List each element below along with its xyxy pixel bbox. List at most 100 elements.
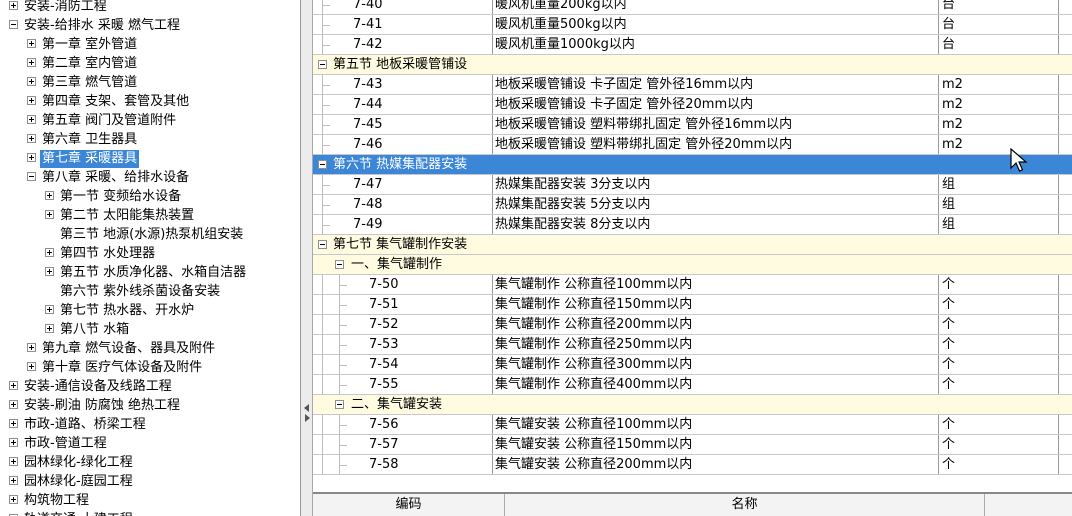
cell-code[interactable]: 7-40 (313, 0, 493, 14)
tree-item[interactable]: 第十章 医疗气体设备及附件 (27, 358, 204, 377)
grid-item-row[interactable]: 7-55 集气罐制作 公称直径400mm以内个 (313, 375, 1072, 395)
chapter-tree[interactable]: 安装-消防工程 安装-给排水 采暖 燃气工程 第一章 室外管道 第二章 室内管道 第三章… (0, 0, 301, 516)
cell-code[interactable]: 7-45 (313, 115, 493, 134)
cell-unit[interactable]: 个 (939, 275, 1059, 294)
grid-item-row[interactable]: 7-57 集气罐安装 公称直径150mm以内个 (313, 435, 1072, 455)
tree-item[interactable]: 市政-道路、桥梁工程 (9, 415, 148, 434)
cell-extra[interactable] (1059, 95, 1072, 114)
cell-extra[interactable] (1059, 115, 1072, 134)
grid-item-row[interactable]: 7-42 暖风机重量1000kg以内台 (313, 35, 1072, 55)
column-header-code[interactable]: 编码 (313, 494, 505, 516)
cell-unit[interactable]: 个 (939, 455, 1059, 474)
cell-extra[interactable] (1059, 415, 1072, 434)
collapse-minus-icon[interactable] (318, 240, 327, 249)
expand-plus-icon[interactable] (9, 1, 18, 10)
grid-section-row[interactable]: 第六节 热媒集配器安装 (313, 155, 1072, 175)
cell-code[interactable]: 7-48 (313, 195, 493, 214)
cell-unit[interactable]: m2 (939, 135, 1059, 154)
cell-name[interactable]: 地板采暖管铺设 卡子固定 管外径20mm以内 (493, 95, 939, 114)
tree-item[interactable]: 第九章 燃气设备、器具及附件 (27, 339, 217, 358)
expand-plus-icon[interactable] (45, 305, 54, 314)
cell-extra[interactable] (1059, 0, 1072, 14)
cell-name[interactable]: 集气罐制作 公称直径250mm以内 (493, 335, 939, 354)
collapse-minus-icon[interactable] (318, 160, 327, 169)
cell-name[interactable]: 集气罐制作 公称直径150mm以内 (493, 295, 939, 314)
cell-code[interactable]: 7-51 (313, 295, 493, 314)
tree-item[interactable]: 市政-管道工程 (9, 434, 109, 453)
tree-item[interactable]: 第三章 燃气管道 (27, 73, 139, 92)
cell-unit[interactable]: m2 (939, 115, 1059, 134)
tree-item[interactable]: 构筑物工程 (9, 491, 91, 510)
expand-plus-icon[interactable] (45, 210, 54, 219)
cell-extra[interactable] (1059, 215, 1072, 234)
tree-item[interactable]: 第七章 采暖器具 (27, 149, 140, 168)
cell-name[interactable]: 热媒集配器安装 5分支以内 (493, 195, 939, 214)
grid-item-row[interactable]: 7-58 集气罐安装 公称直径200mm以内个 (313, 455, 1072, 475)
cell-name[interactable]: 地板采暖管铺设 塑料带绑扎固定 管外径20mm以内 (493, 135, 939, 154)
cell-name[interactable]: 集气罐制作 公称直径300mm以内 (493, 355, 939, 374)
expand-plus-icon[interactable] (27, 39, 36, 48)
tree-item[interactable]: 轨道交通-土建工程 (9, 510, 135, 516)
expand-plus-icon[interactable] (9, 419, 18, 428)
collapse-right-arrow-icon[interactable] (305, 414, 310, 422)
cell-code[interactable]: 7-55 (313, 375, 493, 394)
cell-unit[interactable]: 个 (939, 375, 1059, 394)
cell-code[interactable]: 7-44 (313, 95, 493, 114)
cell-unit[interactable]: 组 (939, 175, 1059, 194)
cell-name[interactable]: 热媒集配器安装 8分支以内 (493, 215, 939, 234)
tree-item[interactable]: 第三节 地源(水源)热泵机组安装 (45, 225, 245, 244)
cell-code[interactable]: 7-58 (313, 455, 493, 474)
cell-name[interactable]: 集气罐制作 公称直径200mm以内 (493, 315, 939, 334)
collapse-minus-icon[interactable] (335, 400, 344, 409)
expand-plus-icon[interactable] (27, 77, 36, 86)
cell-unit[interactable]: 台 (939, 35, 1059, 54)
cell-name[interactable]: 集气罐安装 公称直径150mm以内 (493, 435, 939, 454)
column-header-name[interactable]: 名称 (505, 494, 985, 516)
pane-splitter[interactable] (301, 0, 313, 516)
cell-unit[interactable]: 组 (939, 195, 1059, 214)
cell-code[interactable]: 7-50 (313, 275, 493, 294)
expand-plus-icon[interactable] (9, 381, 18, 390)
tree-item[interactable]: 第五章 阀门及管道附件 (27, 111, 178, 130)
tree-item[interactable]: 第八节 水箱 (45, 320, 131, 339)
cell-name[interactable]: 集气罐制作 公称直径100mm以内 (493, 275, 939, 294)
tree-item[interactable]: 第一章 室外管道 (27, 35, 139, 54)
cell-extra[interactable] (1059, 195, 1072, 214)
grid-item-row[interactable]: 7-54 集气罐制作 公称直径300mm以内个 (313, 355, 1072, 375)
cell-name[interactable]: 集气罐安装 公称直径200mm以内 (493, 455, 939, 474)
expand-plus-icon[interactable] (27, 96, 36, 105)
expand-plus-icon[interactable] (9, 476, 18, 485)
cell-name[interactable]: 地板采暖管铺设 塑料带绑扎固定 管外径16mm以内 (493, 115, 939, 134)
tree-item[interactable]: 第八章 采暖、给排水设备 (27, 168, 191, 187)
column-header-extra[interactable] (985, 494, 1072, 516)
cell-name[interactable]: 地板采暖管铺设 卡子固定 管外径16mm以内 (493, 75, 939, 94)
grid-item-row[interactable]: 7-49 热媒集配器安装 8分支以内组 (313, 215, 1072, 235)
grid-section-row[interactable]: 一、集气罐制作 (313, 255, 1072, 275)
grid-item-row[interactable]: 7-52 集气罐制作 公称直径200mm以内个 (313, 315, 1072, 335)
cell-code[interactable]: 7-47 (313, 175, 493, 194)
tree-item[interactable]: 园林绿化-庭园工程 (9, 472, 135, 491)
expand-plus-icon[interactable] (9, 457, 18, 466)
expand-plus-icon[interactable] (27, 362, 36, 371)
cell-code[interactable]: 7-53 (313, 335, 493, 354)
cell-unit[interactable]: 台 (939, 15, 1059, 34)
expand-plus-icon[interactable] (45, 191, 54, 200)
tree-item[interactable]: 第四节 水处理器 (45, 244, 157, 263)
tree-item[interactable]: 第二节 太阳能集热装置 (45, 206, 196, 225)
grid-item-row[interactable]: 7-44 地板采暖管铺设 卡子固定 管外径20mm以内 m2 (313, 95, 1072, 115)
tree-item[interactable]: 园林绿化-绿化工程 (9, 453, 135, 472)
cell-unit[interactable]: 组 (939, 215, 1059, 234)
expand-plus-icon[interactable] (9, 400, 18, 409)
grid-item-row[interactable]: 7-41 暖风机重量500kg以内台 (313, 15, 1072, 35)
cell-unit[interactable]: 个 (939, 315, 1059, 334)
quota-item-grid[interactable]: 7-40 暖风机重量200kg以内台 7-41 暖风机重量500kg以内台 7-42 暖风… (313, 0, 1072, 492)
cell-unit[interactable]: m2 (939, 95, 1059, 114)
cell-unit[interactable]: 个 (939, 415, 1059, 434)
cell-code[interactable]: 7-46 (313, 135, 493, 154)
grid-section-row[interactable]: 第五节 地板采暖管铺设 (313, 55, 1072, 75)
cell-extra[interactable] (1059, 175, 1072, 194)
cell-extra[interactable] (1059, 435, 1072, 454)
cell-name[interactable]: 热媒集配器安装 3分支以内 (493, 175, 939, 194)
cell-extra[interactable] (1059, 375, 1072, 394)
cell-extra[interactable] (1059, 315, 1072, 334)
